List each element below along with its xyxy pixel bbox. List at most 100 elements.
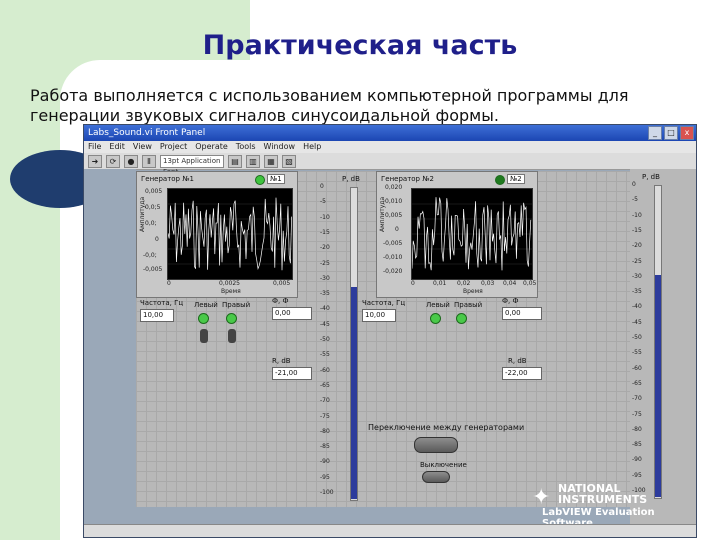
generator-1-channel[interactable]: №1 (267, 174, 285, 184)
switch-generators-label: Переключение между генераторами (368, 423, 525, 432)
generator-1-right-toggle[interactable] (228, 329, 236, 343)
pause-icon[interactable]: Ⅱ (142, 154, 156, 168)
reorder-icon[interactable]: ▧ (282, 154, 296, 168)
stop-button[interactable] (422, 471, 450, 483)
ni-logo-name-2: INSTRUMENTS (558, 493, 648, 506)
generator-2-channel[interactable]: №2 (507, 174, 525, 184)
level-scale-tick: -5 (320, 198, 326, 206)
font-selector[interactable]: 13pt Application Font (160, 154, 224, 176)
distribute-icon[interactable]: ▥ (246, 154, 260, 168)
level-scale-tick: -75 (632, 410, 642, 418)
g1-ytick: 0,0; (145, 220, 157, 227)
level-scale-tick: 0 (320, 183, 324, 190)
ni-logo: ✦ NATIONAL INSTRUMENTS LabVIEW Evaluatio… (532, 481, 692, 529)
generator-2-plot (411, 188, 533, 280)
generator-1-right-lamp (226, 313, 237, 324)
front-panel: Генератор №1 №1 Амплитуда 0,005 0,0;5 0,… (136, 171, 630, 507)
generator-1-title: Генератор №1 (141, 175, 194, 183)
generator-2-level-label: P, dB (642, 173, 660, 181)
generator-1-left-lamp (198, 313, 209, 324)
generator-1-phase-input[interactable]: 0,00 (272, 307, 312, 320)
generator-1-level-label: P, dB (342, 175, 360, 183)
minimize-button[interactable]: _ (648, 126, 662, 140)
g2-ytick: -0,010 (383, 254, 403, 261)
g2-xtick: 0,02 (457, 280, 471, 287)
maximize-button[interactable]: □ (664, 126, 678, 140)
generator-2-right-label: Правый (454, 301, 483, 309)
g1-xtick: 0,005 (273, 280, 291, 287)
level-scale-tick: -100 (320, 489, 334, 496)
generator-2-led (495, 175, 505, 185)
generator-2-left-label: Левый (426, 301, 450, 309)
generator-2-db-label: R, dB (508, 357, 527, 365)
level-scale-tick: -10 (632, 211, 642, 219)
switch-generators-button[interactable] (414, 437, 458, 453)
generator-1-waveform (168, 197, 292, 271)
level-scale-tick: -10 (320, 213, 330, 221)
generator-2-phase-input[interactable]: 0,00 (502, 307, 542, 320)
menu-window[interactable]: Window (264, 141, 296, 153)
level-scale-tick: -25 (320, 259, 330, 267)
generator-2-freq-input[interactable]: 10,00 (362, 309, 396, 322)
level-scale-tick: -30 (320, 274, 330, 282)
g2-ytick: -0,005 (383, 240, 403, 247)
level-scale-tick: -65 (632, 379, 642, 387)
g2-xtick: 0,05 (523, 280, 537, 287)
slide-title: Практическая часть (202, 30, 518, 61)
menu-file[interactable]: File (88, 141, 101, 153)
generator-1-level-fill[interactable] (351, 287, 357, 499)
menu-edit[interactable]: Edit (109, 141, 125, 153)
level-scale-tick: -55 (320, 351, 330, 359)
level-scale-tick: -45 (632, 318, 642, 326)
menu-operate[interactable]: Operate (195, 141, 228, 153)
window-titlebar[interactable]: Labs_Sound.vi Front Panel _ □ x (84, 125, 696, 141)
level-scale-tick: -15 (320, 228, 330, 236)
abort-icon[interactable]: ● (124, 154, 138, 168)
g1-ytick: -0,0; (143, 252, 157, 259)
run-continuous-icon[interactable]: ⟳ (106, 154, 120, 168)
generator-1-freq-input[interactable]: 10,00 (140, 309, 174, 322)
level-scale-tick: -20 (632, 242, 642, 250)
run-arrow-icon[interactable]: ➜ (88, 154, 102, 168)
generator-2-freq-label: Частота, Гц (362, 299, 406, 307)
generator-2-db-input[interactable]: -22,00 (502, 367, 542, 380)
labview-window[interactable]: Labs_Sound.vi Front Panel _ □ x File Edi… (83, 124, 697, 538)
level-scale-tick: -45 (320, 320, 330, 328)
align-icon[interactable]: ▤ (228, 154, 242, 168)
menu-help[interactable]: Help (303, 141, 321, 153)
generator-1-x-axis-label: Время (221, 288, 241, 295)
g1-ytick: -0,005 (143, 266, 163, 273)
level-scale-tick: -60 (632, 364, 642, 372)
g1-ytick: 0,005 (145, 188, 163, 195)
g1-ytick: 0,0;5 (145, 204, 161, 211)
slide-body-text: Работа выполняется с использованием комп… (30, 86, 629, 125)
generator-2-level-fill[interactable] (655, 275, 661, 497)
g2-xtick: 0,01 (433, 280, 447, 287)
g2-ytick: -0,020 (383, 268, 403, 275)
stop-label: Выключение (420, 461, 467, 469)
level-scale-tick: 0 (632, 181, 636, 188)
menu-tools[interactable]: Tools (236, 141, 256, 153)
generator-2-waveform (412, 197, 532, 271)
menu-project[interactable]: Project (160, 141, 187, 153)
level-scale-tick: -75 (320, 412, 330, 420)
generator-2-x-axis-label: Время (463, 288, 483, 295)
generator-1-left-toggle[interactable] (200, 329, 208, 343)
generator-2-left-lamp (430, 313, 441, 324)
g2-ytick: 0 (395, 226, 399, 233)
close-button[interactable]: x (680, 126, 694, 140)
level-scale-tick: -85 (632, 441, 642, 449)
g2-ytick: 0,010 (385, 198, 403, 205)
resize-icon[interactable]: ▦ (264, 154, 278, 168)
generator-2-right-lamp (456, 313, 467, 324)
menu-view[interactable]: View (133, 141, 152, 153)
generator-1-db-input[interactable]: -21,00 (272, 367, 312, 380)
level-scale-tick: -50 (320, 336, 330, 343)
window-left-strip (84, 169, 136, 537)
g1-xtick: 0,0025 (219, 280, 240, 287)
generator-1-right-label: Правый (222, 301, 251, 309)
g2-xtick: 0,03 (481, 280, 495, 287)
generator-1-left-label: Левый (194, 301, 218, 309)
generator-2-title: Генератор №2 (381, 175, 434, 183)
g2-xtick: 0 (411, 280, 415, 287)
